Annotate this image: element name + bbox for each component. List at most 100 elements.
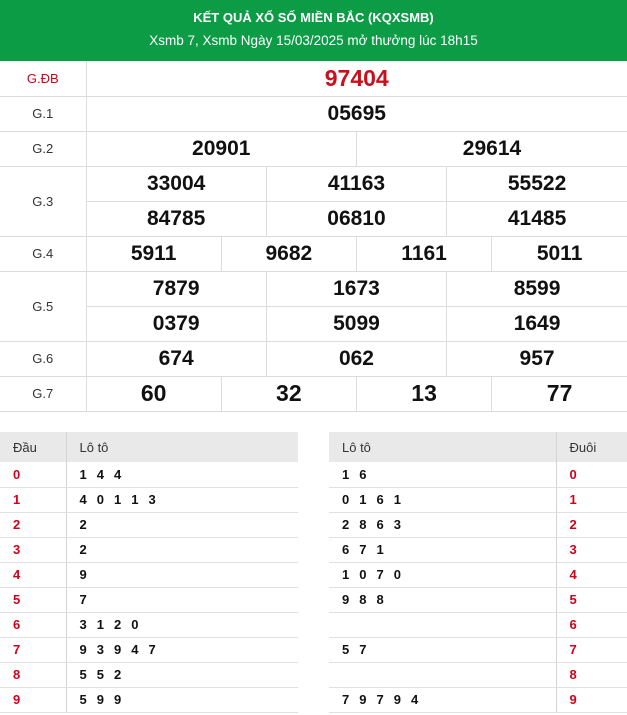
prize-row-special: G.ĐB 97404 — [0, 61, 627, 97]
loto-values: 9 8 8 — [329, 587, 557, 613]
head-digit: 6 — [0, 612, 67, 638]
tail-digit: 1 — [556, 487, 627, 513]
head-digit: 0 — [0, 462, 67, 488]
table-row: 9 8 85 — [329, 587, 627, 613]
loto-values: 2 8 6 3 — [329, 512, 557, 538]
prize-row-g5: G.5 7879 1673 8599 — [0, 270, 627, 342]
head-digit: 3 — [0, 537, 67, 563]
table-row: 6 7 13 — [329, 537, 627, 563]
head-digit: 7 — [0, 637, 67, 663]
table-row: 79 3 9 4 7 — [0, 637, 298, 663]
table-row: 2 8 6 32 — [329, 512, 627, 538]
prize-label: G.2 — [0, 130, 87, 167]
table-row: 1 60 — [329, 462, 627, 488]
loto-head-header-row: Đầu Lô tô — [0, 432, 298, 462]
prize-number: 8599 — [446, 270, 627, 307]
head-digit: 2 — [0, 512, 67, 538]
prize-number: 20901 — [85, 130, 357, 167]
tail-digit: 8 — [556, 662, 627, 688]
prize-number: 7879 — [85, 270, 267, 307]
table-row: 95 9 9 — [0, 687, 298, 713]
table-row: 7 9 7 9 49 — [329, 687, 627, 713]
table-row: 57 — [0, 587, 298, 613]
head-digit: 8 — [0, 662, 67, 688]
loto-values: 4 0 1 1 3 — [66, 487, 298, 513]
prize-number: 41163 — [265, 165, 448, 202]
table-row: 85 5 2 — [0, 662, 298, 688]
head-digit: 5 — [0, 587, 67, 613]
table-row: 63 1 2 0 — [0, 612, 298, 638]
prize-label: G.5 — [0, 270, 87, 342]
prize-label: G.ĐB — [0, 61, 87, 97]
results-header: KẾT QUẢ XỔ SỐ MIỀN BẮC (KQXSMB) Xsmb 7, … — [0, 0, 627, 61]
prize-row-g3: G.3 33004 41163 55522 — [0, 165, 627, 237]
prize-number: 41485 — [446, 200, 627, 237]
prize-number: 957 — [446, 340, 627, 377]
prize-number: 0379 — [86, 305, 267, 342]
tail-digit: 4 — [556, 562, 627, 588]
prize-number: 29614 — [355, 130, 627, 167]
column-header-dau: Đầu — [0, 432, 67, 462]
prize-label: G.7 — [0, 375, 87, 412]
loto-values: 1 4 4 — [66, 462, 298, 488]
draw-subtitle: Xsmb 7, Xsmb Ngày 15/03/2025 mở thưởng l… — [149, 33, 478, 48]
column-header-loto: Lô tô — [329, 432, 557, 462]
loto-values: 2 — [66, 512, 298, 538]
prize-number: 33004 — [85, 165, 267, 202]
prize-number: 97404 — [85, 61, 627, 97]
loto-values: 5 9 9 — [66, 687, 298, 713]
loto-values: 1 0 7 0 — [329, 562, 557, 588]
head-digit: 1 — [0, 487, 67, 513]
tail-digit: 6 — [556, 612, 627, 638]
column-header-duoi: Đuôi — [556, 432, 627, 462]
prize-row-g3-b: 84785 06810 41485 — [0, 200, 627, 237]
prize-row-g6: G.6 674 062 957 — [0, 340, 627, 377]
loto-tail-table: Lô tô Đuôi 1 600 1 6 112 8 6 326 7 131 0… — [329, 432, 627, 713]
prize-row-g7: G.7 60 32 13 77 — [0, 375, 627, 412]
prize-number: 9682 — [220, 235, 357, 272]
prize-number: 06810 — [265, 200, 448, 237]
loto-values: 7 — [66, 587, 298, 613]
head-digit: 4 — [0, 562, 67, 588]
table-row: 14 0 1 1 3 — [0, 487, 298, 513]
tail-digit: 7 — [556, 637, 627, 663]
loto-values: 7 9 7 9 4 — [329, 687, 557, 713]
prize-number: 1673 — [265, 270, 448, 307]
loto-head-table: Đầu Lô tô 01 4 414 0 1 1 32232495763 1 2… — [0, 432, 298, 713]
prize-number: 5099 — [265, 305, 448, 342]
tail-digit: 5 — [556, 587, 627, 613]
prize-number: 32 — [220, 375, 357, 412]
loto-values: 1 6 — [329, 462, 557, 488]
prize-number: 1161 — [355, 235, 493, 272]
prize-row-g1: G.1 05695 — [0, 95, 627, 132]
head-digit: 9 — [0, 687, 67, 713]
prize-number: 55522 — [446, 165, 627, 202]
prize-row-g4: G.4 5911 9682 1161 5011 — [0, 235, 627, 272]
tail-digit: 0 — [556, 462, 627, 488]
prize-number: 05695 — [85, 95, 627, 132]
table-row: 1 0 7 04 — [329, 562, 627, 588]
loto-tail-header-row: Lô tô Đuôi — [329, 432, 627, 462]
prize-number: 5911 — [85, 235, 222, 272]
table-row: 32 — [0, 537, 298, 563]
prize-number: 84785 — [86, 200, 267, 237]
loto-values: 5 7 — [329, 637, 557, 663]
loto-values: 2 — [66, 537, 298, 563]
prize-number: 674 — [85, 340, 267, 377]
table-row: 0 1 6 11 — [329, 487, 627, 513]
loto-values: 9 3 9 4 7 — [66, 637, 298, 663]
loto-values: 3 1 2 0 — [66, 612, 298, 638]
prize-label: G.3 — [0, 165, 87, 237]
prize-number: 13 — [355, 375, 493, 412]
prize-number: 77 — [491, 375, 627, 412]
prize-number: 60 — [85, 375, 222, 412]
table-row: 22 — [0, 512, 298, 538]
prize-number: 062 — [265, 340, 448, 377]
prize-label: G.4 — [0, 235, 87, 272]
tail-digit: 9 — [556, 687, 627, 713]
loto-values: 6 7 1 — [329, 537, 557, 563]
tail-digit: 2 — [556, 512, 627, 538]
page-title: KẾT QUẢ XỔ SỐ MIỀN BẮC (KQXSMB) — [193, 10, 434, 25]
prize-table: G.ĐB 97404 G.1 05695 G.2 20901 29614 G.3… — [0, 61, 627, 412]
prize-row-g2: G.2 20901 29614 — [0, 130, 627, 167]
